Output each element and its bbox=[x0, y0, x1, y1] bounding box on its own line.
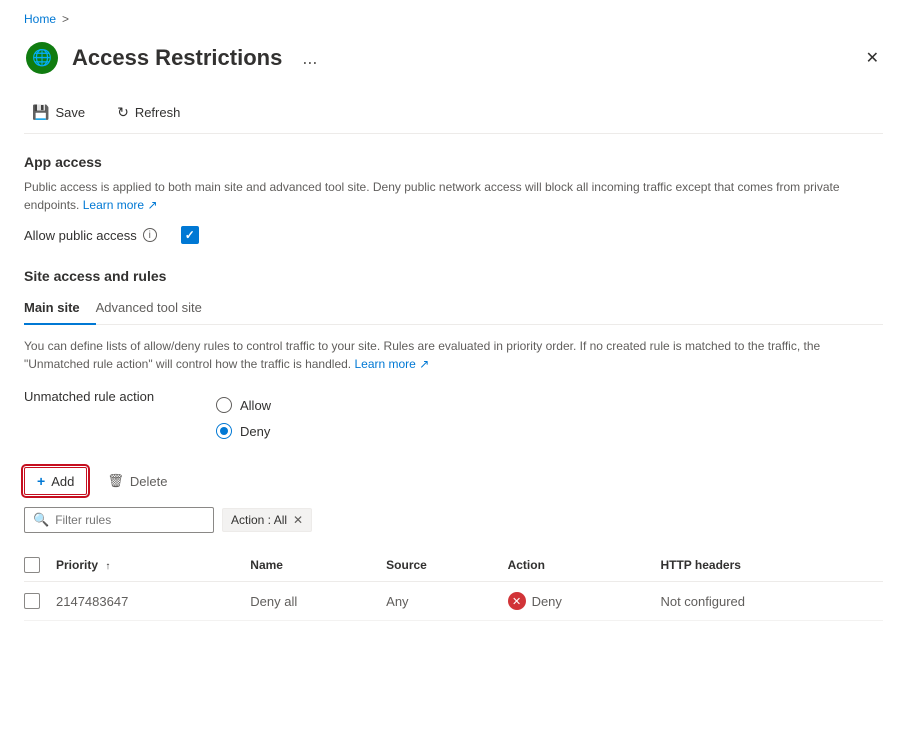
page-header: 🌐 Access Restrictions ... ✕ bbox=[24, 32, 883, 92]
unmatched-rule-label: Unmatched rule action bbox=[24, 385, 184, 404]
save-button[interactable]: 💾 Save bbox=[24, 100, 93, 125]
close-button[interactable]: ✕ bbox=[862, 44, 883, 72]
site-access-section: Site access and rules Main site Advanced… bbox=[24, 268, 883, 621]
info-icon[interactable]: i bbox=[143, 228, 157, 242]
search-icon: 🔍 bbox=[33, 512, 49, 528]
th-source: Source bbox=[386, 549, 507, 582]
rules-description: You can define lists of allow/deny rules… bbox=[24, 337, 883, 373]
svg-text:🌐: 🌐 bbox=[32, 48, 52, 67]
app-access-title: App access bbox=[24, 154, 883, 170]
add-button[interactable]: + Add bbox=[24, 467, 87, 495]
th-name: Name bbox=[250, 549, 386, 582]
radio-allow-row[interactable]: Allow bbox=[216, 397, 271, 413]
allow-public-label: Allow public access i bbox=[24, 228, 157, 243]
refresh-icon: ↻ bbox=[117, 104, 129, 121]
refresh-label: Refresh bbox=[135, 105, 181, 120]
delete-button[interactable]: 🗑 Delete bbox=[95, 468, 179, 494]
th-http-headers: HTTP headers bbox=[660, 549, 883, 582]
page-title: Access Restrictions bbox=[72, 45, 282, 71]
app-access-description: Public access is applied to both main si… bbox=[24, 178, 883, 214]
site-tabs: Main site Advanced tool site bbox=[24, 292, 883, 325]
radio-allow[interactable] bbox=[216, 397, 232, 413]
refresh-button[interactable]: ↻ Refresh bbox=[109, 100, 188, 125]
delete-label: Delete bbox=[130, 474, 168, 489]
th-action: Action bbox=[508, 549, 661, 582]
radio-allow-label: Allow bbox=[240, 398, 271, 413]
allow-public-access-row: Allow public access i bbox=[24, 226, 883, 244]
td-name: Deny all bbox=[250, 582, 386, 621]
filter-row: 🔍 Action : All ✕ bbox=[24, 507, 883, 533]
filter-rules-input[interactable] bbox=[55, 513, 205, 527]
plus-icon: + bbox=[37, 473, 45, 489]
table-actions: + Add 🗑 Delete bbox=[24, 467, 883, 495]
save-icon: 💾 bbox=[32, 104, 49, 121]
td-http-headers: Not configured bbox=[660, 582, 883, 621]
row-checkbox[interactable] bbox=[24, 593, 40, 609]
td-priority: 2147483647 bbox=[56, 582, 250, 621]
add-label: Add bbox=[51, 474, 74, 489]
table-header-row: Priority ↑ Name Source Action HTTP heade… bbox=[24, 549, 883, 582]
rules-table: Priority ↑ Name Source Action HTTP heade… bbox=[24, 549, 883, 621]
th-select-all bbox=[24, 549, 56, 582]
td-action: ✕ Deny bbox=[508, 582, 661, 621]
toolbar: 💾 Save ↻ Refresh bbox=[24, 92, 883, 134]
breadcrumb: Home > bbox=[24, 0, 883, 32]
deny-badge: ✕ Deny bbox=[508, 592, 649, 610]
action-badge-text: Action : All bbox=[231, 513, 287, 527]
page-icon: 🌐 bbox=[24, 40, 60, 76]
action-filter-badge: Action : All ✕ bbox=[222, 508, 312, 532]
td-select bbox=[24, 582, 56, 621]
clear-action-filter-button[interactable]: ✕ bbox=[293, 513, 303, 527]
learn-more-link[interactable]: Learn more ↗ bbox=[83, 198, 158, 212]
tab-advanced-tool-site[interactable]: Advanced tool site bbox=[96, 292, 218, 325]
deny-circle-icon: ✕ bbox=[508, 592, 526, 610]
unmatched-rule-options: Allow Deny bbox=[216, 397, 271, 439]
radio-deny-row[interactable]: Deny bbox=[216, 423, 271, 439]
priority-sort-icon: ↑ bbox=[105, 561, 110, 572]
td-source: Any bbox=[386, 582, 507, 621]
select-all-checkbox[interactable] bbox=[24, 557, 40, 573]
radio-deny[interactable] bbox=[216, 423, 232, 439]
app-access-section: App access Public access is applied to b… bbox=[24, 154, 883, 244]
unmatched-rule-section: Unmatched rule action Allow Deny bbox=[24, 385, 883, 451]
th-priority[interactable]: Priority ↑ bbox=[56, 549, 250, 582]
table-row: 2147483647 Deny all Any ✕ Deny Not confi… bbox=[24, 582, 883, 621]
tab-main-site[interactable]: Main site bbox=[24, 292, 96, 325]
filter-input-wrap: 🔍 bbox=[24, 507, 214, 533]
save-label: Save bbox=[55, 105, 85, 120]
rules-external-link-icon: ↗ bbox=[419, 357, 429, 371]
more-options-icon[interactable]: ... bbox=[302, 48, 317, 69]
radio-deny-label: Deny bbox=[240, 424, 270, 439]
allow-public-checkbox[interactable] bbox=[181, 226, 199, 244]
delete-icon: 🗑 bbox=[107, 473, 124, 489]
site-access-title: Site access and rules bbox=[24, 268, 883, 284]
external-link-icon: ↗ bbox=[147, 198, 157, 212]
breadcrumb-separator: > bbox=[62, 12, 69, 26]
breadcrumb-home[interactable]: Home bbox=[24, 12, 56, 26]
rules-learn-more-link[interactable]: Learn more ↗ bbox=[354, 357, 429, 371]
